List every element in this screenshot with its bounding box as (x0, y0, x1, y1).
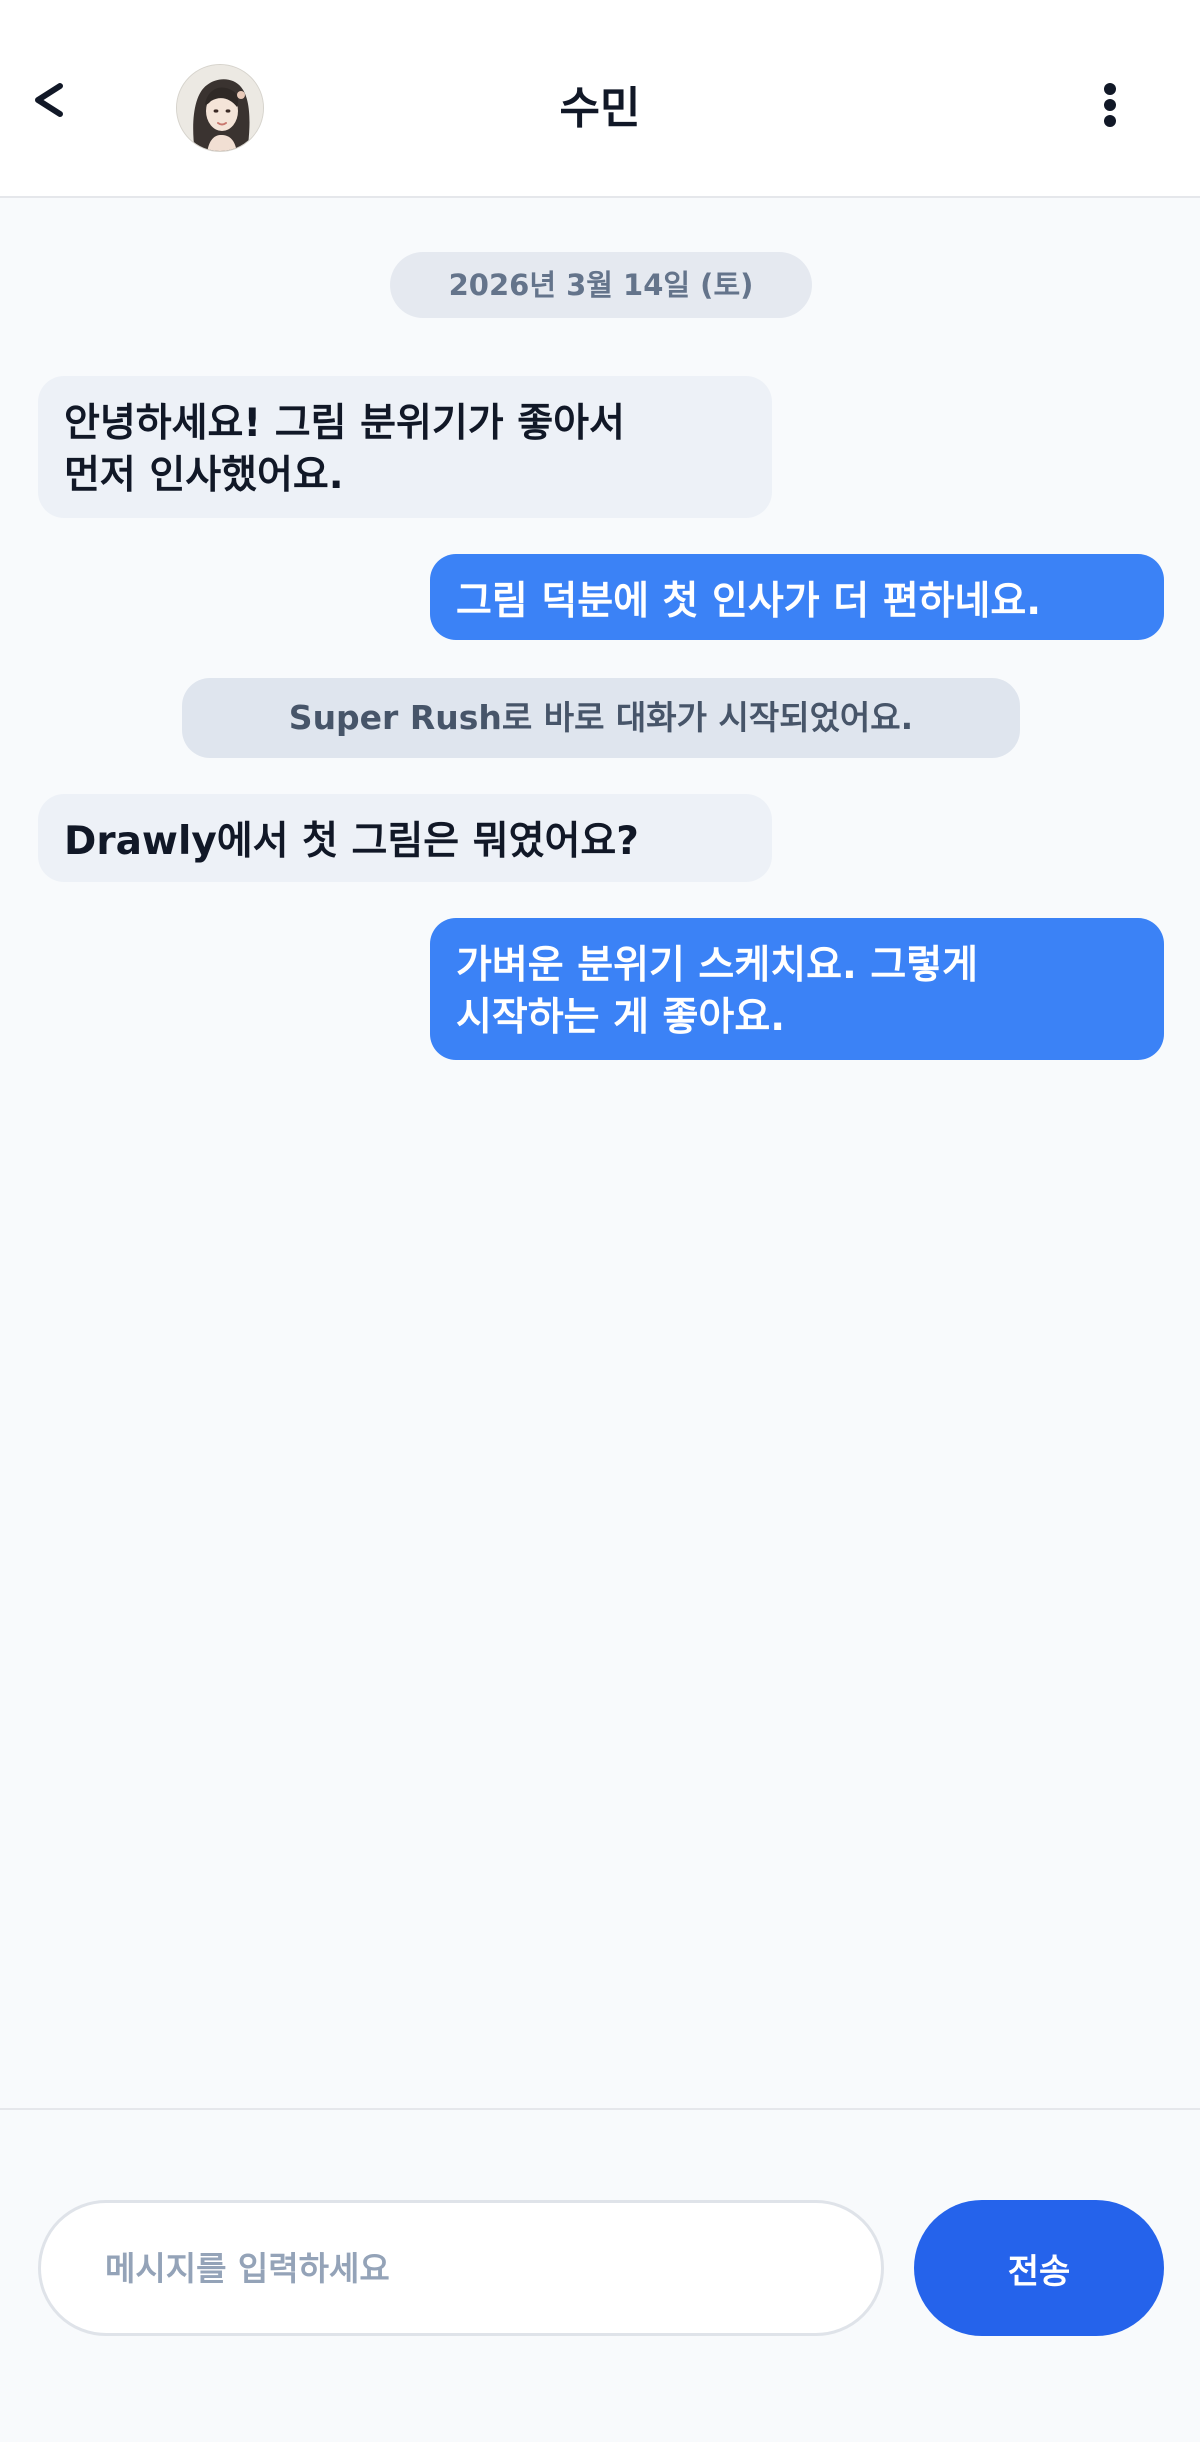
message-composer: 전송 (0, 2108, 1200, 2442)
avatar[interactable] (176, 64, 264, 152)
more-options-button[interactable] (1080, 70, 1140, 140)
incoming-message: 안녕하세요! 그림 분위기가 좋아서 먼저 인사했어요. (38, 376, 772, 518)
chat-title: 수민 (559, 83, 641, 134)
outgoing-message: 가벼운 분위기 스케치요. 그렇게 시작하는 게 좋아요. (430, 918, 1164, 1060)
chat-screen: 수민 2026년 3월 14일 (토) 안녕하세요! 그림 분위기가 좋아서 먼… (0, 0, 1200, 2442)
outgoing-message: 그림 덕분에 첫 인사가 더 편하네요. (430, 554, 1164, 640)
chevron-left-icon (35, 83, 63, 117)
system-notice: Super Rush로 바로 대화가 시작되었어요. (182, 678, 1020, 758)
incoming-message: Drawly에서 첫 그림은 뭐였어요? (38, 794, 772, 882)
profile-portrait-icon (177, 65, 263, 151)
date-divider: 2026년 3월 14일 (토) (390, 252, 812, 318)
more-vertical-icon (1104, 83, 1116, 127)
send-button[interactable]: 전송 (914, 2200, 1164, 2336)
chat-header: 수민 (0, 0, 1200, 198)
back-button[interactable] (22, 62, 78, 138)
message-input[interactable] (38, 2200, 884, 2336)
